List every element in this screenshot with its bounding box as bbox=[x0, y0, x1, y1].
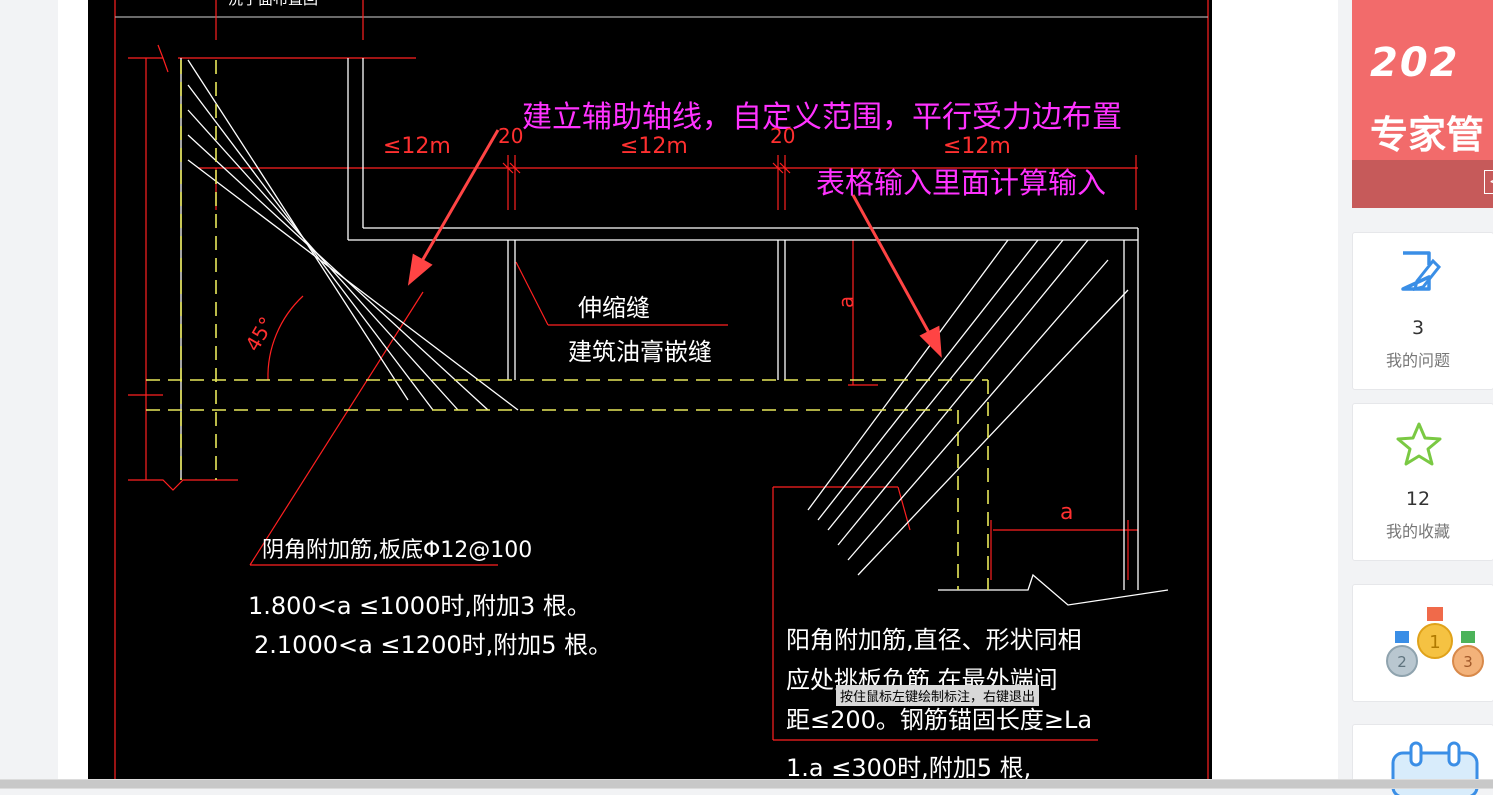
star-icon bbox=[1396, 422, 1442, 466]
command-tooltip: 按住鼠标左键绘制标注，右键退出 bbox=[836, 685, 1040, 706]
my-favorites-tile[interactable]: 12 我的收藏 bbox=[1352, 403, 1493, 561]
left-margin bbox=[0, 0, 58, 789]
top-dimension-label: 洗于面布置回 bbox=[228, 0, 318, 9]
dimension-a-vertical: a bbox=[834, 295, 859, 309]
inner-corner-rebar-title: 阴角附加筋,板底Φ12@100 bbox=[262, 538, 533, 563]
outer-corner-line-4: 1.a ≤300时,附加5 根, bbox=[786, 754, 1032, 779]
annotation-auxiliary-axis: 建立辅助轴线，自定义范围，平行受力边布置 bbox=[522, 100, 1122, 135]
banner-year: 202 bbox=[1370, 40, 1460, 86]
inner-corner-rule-2: 2.1000<a ≤1200时,附加5 根。 bbox=[254, 631, 613, 659]
questions-label: 我的问题 bbox=[1385, 351, 1450, 370]
joint-sealant-label: 建筑油膏嵌缝 bbox=[568, 338, 712, 366]
medal-third-number: 3 bbox=[1463, 653, 1473, 671]
banner-footer bbox=[1352, 160, 1493, 208]
favorites-count: 12 bbox=[1405, 488, 1431, 510]
dimension-20-right: 20 bbox=[770, 124, 796, 148]
favorites-label: 我的收藏 bbox=[1385, 522, 1450, 541]
edit-note-icon bbox=[1401, 251, 1442, 292]
dimension-12m-left: ≤12m bbox=[383, 134, 451, 159]
medals-tile[interactable]: 1 2 3 bbox=[1352, 584, 1493, 702]
calendar-tile[interactable] bbox=[1352, 724, 1493, 795]
dimension-12m-middle: ≤12m bbox=[620, 134, 688, 159]
medals-icon: 1 2 3 bbox=[1386, 607, 1484, 677]
annotation-table-input: 表格输入里面计算输入 bbox=[816, 166, 1107, 200]
promo-banner[interactable]: 202 专家管 < bbox=[1352, 0, 1493, 208]
right-sidebar: 202 专家管 < 3 我的问题 12 我的收藏 1 2 3 bbox=[1338, 0, 1493, 795]
horizontal-scrollbar-thumb[interactable] bbox=[0, 780, 1493, 788]
questions-count: 3 bbox=[1411, 317, 1425, 339]
cad-drawing-image[interactable]: 洗于面布置回 建立辅助轴线，自定义范围，平行受力边布置 表格输入里面计算输入 ≤… bbox=[88, 0, 1212, 779]
medal-second-number: 2 bbox=[1397, 653, 1407, 671]
outer-corner-line-1: 阳角附加筋,直径、形状同相 bbox=[786, 626, 1082, 654]
banner-prev-button[interactable]: < bbox=[1484, 170, 1493, 194]
medal-first-number: 1 bbox=[1429, 632, 1440, 653]
horizontal-scrollbar[interactable] bbox=[0, 779, 1493, 789]
banner-title: 专家管 bbox=[1370, 113, 1485, 157]
dimension-a-horizontal: a bbox=[1060, 500, 1074, 525]
expansion-joint-label: 伸缩缝 bbox=[578, 294, 650, 322]
dimension-20-left: 20 bbox=[498, 124, 524, 148]
my-questions-tile[interactable]: 3 我的问题 bbox=[1352, 232, 1493, 390]
dimension-12m-right: ≤12m bbox=[943, 134, 1011, 159]
inner-corner-rule-1: 1.800<a ≤1000时,附加3 根。 bbox=[248, 592, 591, 620]
